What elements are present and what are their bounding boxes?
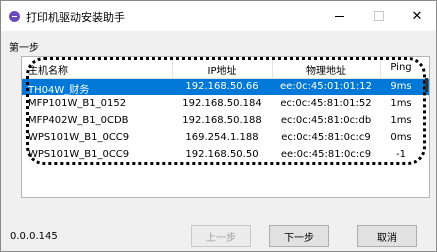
header-host-name[interactable]: 主机名称	[28, 62, 68, 77]
cell-mac: ec:0c:45:81:01:52	[280, 98, 372, 109]
close-icon: ✕	[411, 8, 423, 24]
version-label: 0.0.0.145	[10, 231, 58, 242]
header-mac-address[interactable]: 物理地址	[272, 62, 380, 77]
app-icon	[9, 11, 20, 22]
cell-host: MFP101W_B1_0152	[28, 98, 127, 109]
maximize-button[interactable]	[359, 1, 399, 31]
cell-ip: 169.254.1.188	[185, 132, 259, 143]
header-ip-address[interactable]: IP地址	[172, 62, 272, 77]
printer-list[interactable]: 主机名称 IP地址 物理地址 Ping TH04W_财务 192.168.50.…	[21, 56, 430, 198]
cell-mac: ec:0c:45:81:0c:c9	[281, 132, 371, 143]
maximize-icon	[374, 11, 384, 21]
next-step-button[interactable]: 下一步	[269, 225, 329, 247]
cell-ping: 1ms	[390, 98, 412, 109]
cell-ping: 1ms	[390, 115, 412, 126]
cell-ping: 0ms	[390, 132, 412, 143]
cell-ip: 192.168.50.66	[185, 81, 259, 92]
window-title: 打印机驱动安装助手	[26, 11, 125, 24]
close-button[interactable]: ✕	[397, 1, 437, 31]
cell-ip: 192.168.50.188	[182, 115, 262, 126]
table-row[interactable]: MFP402W_B1_0CDB 192.168.50.188 ec:0c:45:…	[22, 113, 429, 129]
minimize-button[interactable]	[319, 1, 359, 31]
cell-host: WPS101W_B1_0CC9	[28, 132, 130, 143]
cell-ping: -1	[396, 149, 406, 160]
cell-mac: ee:0c:45:81:0c:c9	[280, 149, 372, 160]
scroll-indicator[interactable]	[425, 78, 428, 92]
table-row[interactable]: WPS101W_B1_0CC9 192.168.50.50 ee:0c:45:8…	[22, 147, 429, 163]
installer-window: 打印机驱动安装助手 ✕ 第一步 主机名称 IP地址 物理地址 Ping TH04…	[0, 0, 437, 252]
cell-host: WPS101W_B1_0CC9	[28, 149, 130, 160]
cell-ping: 9ms	[390, 81, 412, 92]
cell-ip: 192.168.50.184	[182, 98, 262, 109]
cell-ip: 192.168.50.50	[185, 149, 259, 160]
table-row[interactable]: WPS101W_B1_0CC9 169.254.1.188 ec:0c:45:8…	[22, 130, 429, 146]
minimize-icon	[334, 15, 344, 17]
title-bar: 打印机驱动安装助手 ✕	[1, 1, 436, 31]
cell-mac: ec:0c:45:81:0c:db	[280, 115, 372, 126]
header-divider	[380, 57, 381, 78]
table-row[interactable]: TH04W_财务 192.168.50.66 ee:0c:45:01:01:12…	[22, 79, 429, 96]
cell-host: TH04W_财务	[28, 85, 90, 96]
cancel-button[interactable]: 取消	[357, 225, 417, 247]
list-header: 主机名称 IP地址 物理地址 Ping	[22, 57, 429, 79]
cell-host: MFP402W_B1_0CDB	[28, 115, 129, 126]
header-ping[interactable]: Ping	[382, 62, 420, 73]
cell-mac: ee:0c:45:01:01:12	[280, 81, 372, 92]
step-label: 第一步	[9, 43, 39, 54]
table-row[interactable]: MFP101W_B1_0152 192.168.50.184 ec:0c:45:…	[22, 96, 429, 112]
previous-step-button[interactable]: 上一步	[191, 225, 251, 247]
